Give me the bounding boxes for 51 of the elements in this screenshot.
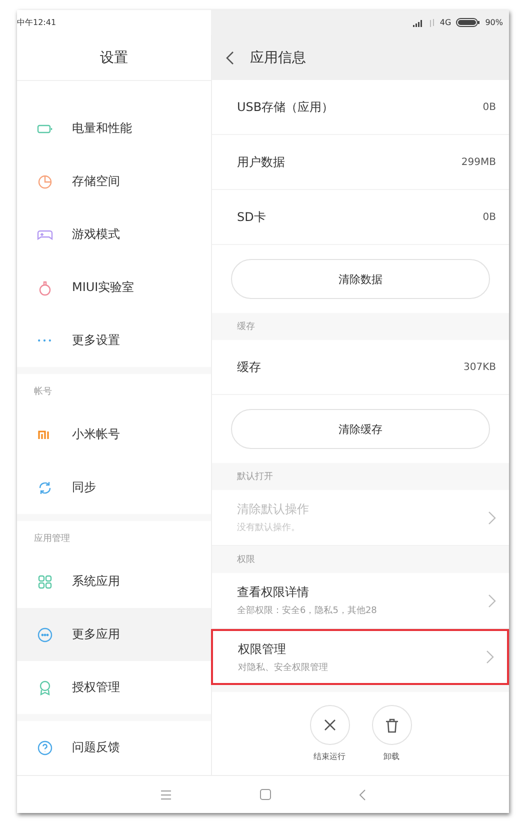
section-header: 帐号 xyxy=(33,386,53,398)
flask-icon xyxy=(36,280,52,296)
status-time: 中午12:41 xyxy=(17,17,56,28)
sync-icon xyxy=(36,480,52,496)
chevron-right-icon xyxy=(488,510,496,524)
grid-icon xyxy=(36,574,52,590)
section-header: 权限 xyxy=(212,546,509,573)
data-arrows-icon xyxy=(428,18,435,26)
action-button[interactable] xyxy=(372,705,412,745)
info-label: SD卡 xyxy=(237,208,266,226)
clear-button[interactable]: 清除数据 xyxy=(231,259,490,299)
link-title: 查看权限详情 xyxy=(237,584,310,601)
link-title: 清除默认操作 xyxy=(237,501,309,518)
info-value: 307KB xyxy=(463,362,496,372)
chevron-right-icon xyxy=(488,594,496,608)
info-value: 0B xyxy=(482,212,496,222)
action-label: 结束运行 xyxy=(314,751,346,762)
battery-icon xyxy=(456,18,480,27)
link-title: 权限管理 xyxy=(238,640,287,658)
settings-menu-item[interactable]: 更多应用 xyxy=(17,608,211,661)
square-icon xyxy=(260,789,271,800)
settings-link-row[interactable]: 权限管理 对隐私、安全权限管理 xyxy=(211,629,509,685)
clear-button[interactable]: 清除缓存 xyxy=(231,409,490,449)
info-label: 用户数据 xyxy=(237,154,285,170)
close-icon xyxy=(322,718,336,732)
back-icon xyxy=(226,50,234,64)
link-subtitle: 没有默认操作。 xyxy=(237,522,301,534)
chevron-right-icon xyxy=(486,650,494,664)
network-type: 4G xyxy=(440,18,452,27)
section-header: 应用管理 xyxy=(33,532,71,546)
settings-link-row[interactable]: 查看权限详情 全部权限：安全6，隐私5，其他28 xyxy=(212,573,509,629)
link-subtitle: 全部权限：安全6，隐私5，其他28 xyxy=(237,604,377,617)
more-icon xyxy=(38,339,51,342)
info-value: 0B xyxy=(482,102,496,112)
settings-title: 设置 xyxy=(100,48,128,66)
action-label: 卸载 xyxy=(384,751,400,762)
trash-icon xyxy=(384,718,398,732)
page-title: 应用信息 xyxy=(250,48,306,66)
help-icon xyxy=(36,740,52,756)
battery-percent: 90% xyxy=(485,18,503,27)
link-subtitle: 对隐私、安全权限管理 xyxy=(238,662,328,674)
more-icon xyxy=(36,626,52,642)
section-header: 缓存 xyxy=(212,313,509,340)
signal-icon xyxy=(412,18,424,26)
pie-chart-icon xyxy=(36,174,52,190)
info-label: USB存储（应用） xyxy=(237,98,334,116)
back-icon xyxy=(359,788,366,800)
section-header: 默认打开 xyxy=(212,463,509,490)
info-value: 299MB xyxy=(461,156,496,168)
menu-icon xyxy=(160,790,172,800)
info-label: 缓存 xyxy=(237,358,261,376)
